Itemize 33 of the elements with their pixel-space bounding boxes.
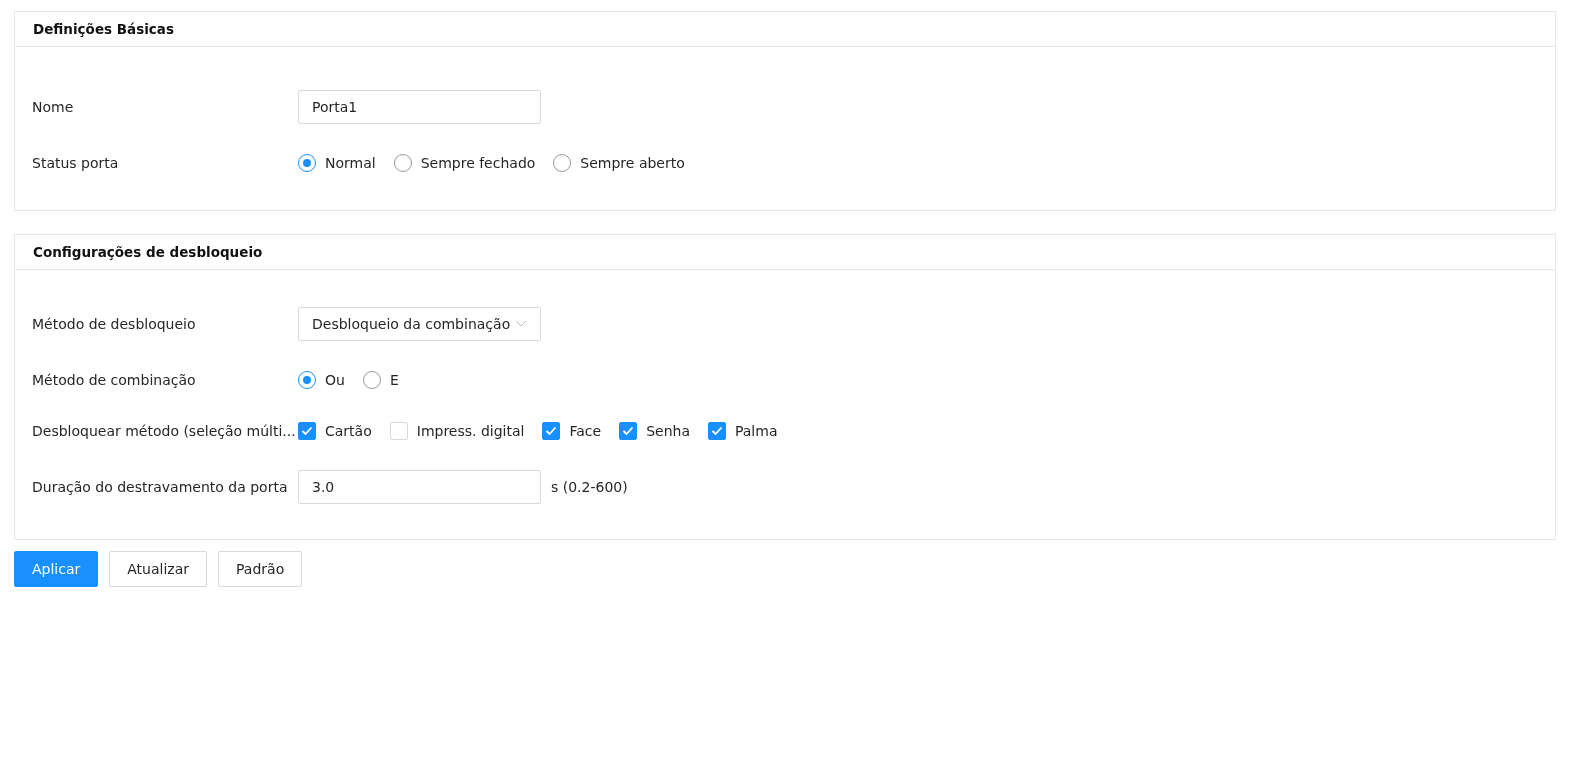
checkbox[interactable] — [619, 422, 638, 440]
chevron-down-icon — [515, 320, 527, 328]
section-title: Configurações de desbloqueio — [33, 244, 263, 260]
range-hint: s (0.2-600) — [551, 479, 628, 495]
radio-label: Sempre aberto — [580, 155, 685, 171]
checkbox[interactable] — [298, 422, 316, 440]
checkbox-label: Palma — [734, 423, 778, 439]
field-label: Nome — [32, 99, 75, 115]
radio-label: Sempre fechado — [420, 155, 536, 171]
checkmark-icon — [301, 426, 313, 436]
field-label: Método de combinação — [32, 372, 197, 388]
radio-label: Normal — [325, 155, 376, 171]
action-button[interactable]: Padrão — [218, 551, 303, 587]
checkmark-icon — [545, 426, 558, 436]
checkbox-label: Cartão — [325, 423, 372, 439]
field-label: Desbloquear método (seleção múlti... — [32, 423, 297, 439]
radio-label: Ou — [325, 372, 345, 388]
checkbox[interactable] — [542, 422, 561, 440]
checkbox-label: Senha — [646, 423, 690, 439]
field-label: Método de desbloqueio — [32, 316, 197, 332]
checkbox-label: Impress. digital — [416, 423, 525, 439]
action-button[interactable]: Atualizar — [109, 551, 208, 587]
text-field[interactable]: 3.0 — [298, 470, 541, 504]
field-label: Status porta — [32, 155, 120, 171]
radio-label: E — [389, 372, 399, 388]
text-field[interactable]: Porta1 — [298, 90, 541, 124]
checkmark-icon — [622, 426, 635, 436]
checkbox[interactable] — [707, 422, 726, 440]
checkmark-icon — [710, 426, 723, 436]
dropdown[interactable]: Desbloqueio da combinação — [298, 307, 541, 341]
checkbox-label: Face — [569, 423, 602, 439]
section-title: Definições Básicas — [33, 21, 174, 37]
field-label: Duração do destravamento da porta — [32, 479, 289, 495]
